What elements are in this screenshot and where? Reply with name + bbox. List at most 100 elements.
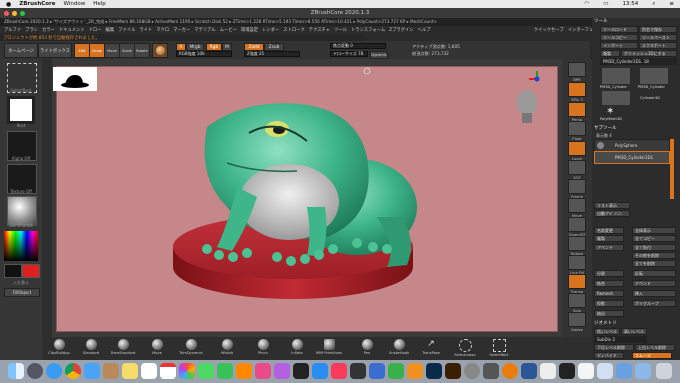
rgb-toggle[interactable]: Rgb [206, 43, 222, 51]
zoom3d-button[interactable] [568, 217, 586, 232]
floor-grid-thumbnail[interactable] [53, 67, 97, 91]
menu-brush[interactable]: ブラシ [25, 27, 38, 33]
append-button[interactable]: アペンド [594, 244, 624, 251]
numbers-icon[interactable] [388, 363, 404, 379]
document-canvas[interactable] [53, 66, 558, 332]
stroke-thumbnail[interactable] [7, 96, 35, 124]
system-prefs-icon[interactable] [464, 363, 480, 379]
fill-object-button[interactable]: FillObject [4, 288, 40, 297]
safari-icon[interactable] [46, 363, 62, 379]
z-intensity-slider[interactable]: Z強度 25 [244, 51, 300, 57]
rgb-intensity-slider[interactable]: RGB強度 100 [176, 51, 232, 57]
xyz-button[interactable] [568, 160, 586, 175]
menu-stroke[interactable]: ストローク [283, 27, 304, 33]
remesh-button[interactable]: Remesh [594, 290, 624, 297]
extra-1[interactable]: 全体表示 [632, 227, 676, 234]
search-icon[interactable]: ⌕ [652, 1, 655, 8]
tool-thumb-1[interactable] [602, 68, 630, 84]
move-view-button[interactable] [568, 198, 586, 213]
menu-color[interactable]: カラー [42, 27, 55, 33]
make-polymesh-button[interactable]: ポリメッシュ3Dにする [621, 50, 677, 57]
viewport-render[interactable] [57, 67, 557, 331]
quicksave-button[interactable]: クイックセーブ [534, 27, 564, 33]
edit-button[interactable]: Edit [74, 43, 90, 58]
focal-shift-slider[interactable]: 焦点変動 0 [330, 43, 386, 49]
extra-8[interactable]: 挿入 [632, 290, 676, 297]
del-higher-button[interactable]: 上位レベル削除 [635, 344, 675, 351]
divide-button[interactable]: ディバイド [594, 352, 624, 359]
menu-macro[interactable]: マクロ [156, 27, 169, 33]
photos-icon[interactable] [179, 363, 195, 379]
spix-button[interactable] [568, 82, 586, 97]
extra-6[interactable]: 反転 [632, 270, 676, 277]
wifi-icon[interactable]: ◠ [584, 1, 589, 8]
import-button[interactable]: インポート [600, 42, 638, 49]
subtool-scrollbar[interactable] [670, 139, 674, 199]
polymesh-star-icon[interactable]: ✶ [606, 106, 614, 117]
battery-icon[interactable]: ▭ [603, 1, 608, 8]
extra-5[interactable]: 全てを削除 [632, 260, 676, 267]
minimize-window-button[interactable] [12, 11, 17, 16]
illustrator-icon[interactable] [445, 363, 461, 379]
brush-imm-primitives[interactable]: IMM Primitives [314, 339, 344, 355]
clock[interactable]: 13:54 [622, 1, 638, 8]
extra-2[interactable]: 全てコピー [632, 235, 676, 242]
keynote-icon[interactable] [369, 363, 385, 379]
word-icon[interactable] [521, 363, 537, 379]
current-tool-slider[interactable]: PM3D_Cylinder3D1. 18 [600, 58, 677, 65]
m-toggle[interactable]: M [222, 43, 232, 51]
transp-button[interactable] [568, 274, 586, 289]
xpose-button[interactable] [568, 312, 586, 327]
menu-edit[interactable]: 編集 [106, 27, 115, 33]
brush-inflate[interactable]: Inflate [282, 339, 312, 355]
menu-transform[interactable]: トランスフォーム [351, 27, 385, 33]
list-all-button[interactable]: リスト表示 [594, 202, 630, 209]
pages-icon[interactable] [407, 363, 423, 379]
finder-icon[interactable] [8, 363, 24, 379]
menu-light[interactable]: ライト [139, 27, 152, 33]
brush-snakehook[interactable]: SnakeHook [384, 339, 414, 355]
menu-file[interactable]: ファイル [118, 27, 135, 33]
geometry-header[interactable]: ジオメトリ [594, 320, 678, 327]
linefill-button[interactable] [568, 255, 586, 270]
cylinder-thumb[interactable] [602, 91, 630, 105]
split-button[interactable]: 分割 [594, 270, 624, 277]
extra-4[interactable]: その他を削除 [632, 252, 676, 259]
menu-help-zb[interactable]: ヘルプ [418, 27, 431, 33]
menu-draw[interactable]: ドロー [89, 27, 102, 33]
duplicate-button[interactable]: 複製 [594, 235, 624, 242]
extract-button[interactable]: 抽出 [594, 310, 624, 317]
tv-icon[interactable] [293, 363, 309, 379]
menu-render[interactable]: レンダー [262, 27, 279, 33]
smooth-button[interactable]: スムーズ [632, 352, 672, 359]
paste-tool-button[interactable]: ツールペースト [639, 34, 677, 41]
draw-size-slider[interactable]: ドローサイズ 78 [330, 51, 368, 57]
blender-icon[interactable] [502, 363, 518, 379]
chrome-icon[interactable] [65, 363, 81, 379]
del-lower-button[interactable]: 下位レベル削除 [594, 344, 634, 351]
tool-palette-header[interactable]: ツール [594, 18, 678, 25]
brush-damstandard[interactable]: DamStandard [108, 339, 138, 355]
zadd-toggle[interactable]: Zadd [244, 43, 264, 51]
activity-monitor-icon[interactable] [350, 363, 366, 379]
menu-material[interactable]: マテリアル [194, 27, 215, 33]
brush-trimdynamic[interactable]: TrimDynamic [176, 339, 206, 355]
higher-res-button[interactable]: 高いレベル [621, 328, 647, 335]
close-window-button[interactable] [4, 11, 9, 16]
wacom-icon[interactable] [540, 363, 556, 379]
menu-preferences[interactable]: 環境設定 [241, 27, 258, 33]
switch-color-label[interactable]: 入れ替え [0, 280, 42, 286]
documents-icon[interactable] [635, 363, 651, 379]
rotate-view-button[interactable] [568, 236, 586, 251]
save-as-button[interactable]: 別名で保存 [639, 26, 677, 33]
menu-alpha[interactable]: アルファ [4, 27, 21, 33]
project-button[interactable]: 投影 [594, 300, 624, 307]
subtool-item-cylinder[interactable]: PM3D_Cylinder3D1 [594, 151, 670, 164]
sdiv-slider[interactable]: SubDiv 2 [594, 336, 647, 343]
color-picker[interactable] [4, 231, 38, 261]
navigation-head-gizmo[interactable] [517, 71, 540, 123]
brush-move[interactable]: Move [142, 339, 172, 355]
menu-document[interactable]: ドキュメント [59, 27, 85, 33]
a-toggle[interactable]: A [176, 43, 186, 51]
vlc-icon[interactable] [236, 363, 252, 379]
